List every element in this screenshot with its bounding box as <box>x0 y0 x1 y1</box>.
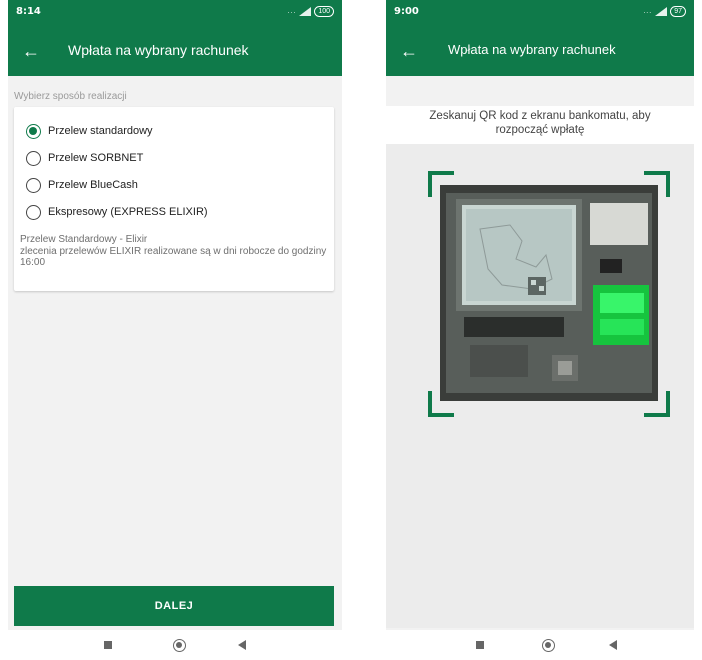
option-label: Ekspresowy (EXPRESS ELIXIR) <box>48 206 208 218</box>
status-time: 9:00 <box>394 6 419 17</box>
scan-corner-top-right <box>644 171 670 197</box>
next-button[interactable]: DALEJ <box>14 586 334 626</box>
scan-corner-bottom-left <box>428 391 454 417</box>
scan-instruction-strip: Zeskanuj QR kod z ekranu bankomatu, aby … <box>386 106 694 144</box>
right-phone-screen: 9:00 ... 97 ← Wpłata na wybrany rachunek… <box>386 0 694 660</box>
signal-icon: ... <box>287 8 297 15</box>
status-bar: 9:00 ... 97 <box>386 0 694 26</box>
radio-unselected-icon[interactable] <box>26 150 41 166</box>
left-phone-screen: 8:14 ... 100 ← Wpłata na wybrany rachune… <box>8 0 342 660</box>
back-arrow-icon[interactable]: ← <box>396 38 422 64</box>
option-przelew-standardowy[interactable]: Przelew standardowy <box>26 120 153 142</box>
option-label: Przelew SORBNET <box>48 152 144 164</box>
scan-instruction: Zeskanuj QR kod z ekranu bankomatu, aby … <box>429 110 651 136</box>
system-nav-bar <box>8 630 342 660</box>
qr-scan-frame <box>428 171 670 417</box>
recents-button[interactable] <box>95 630 121 660</box>
recents-button[interactable] <box>467 630 493 660</box>
circle-home-icon <box>172 638 186 652</box>
home-button[interactable] <box>535 630 561 660</box>
status-icons: ... 97 <box>643 6 686 17</box>
radio-unselected-icon[interactable] <box>26 204 41 220</box>
option-description: Przelew Standardowy - Elixir zlecenia pr… <box>20 234 332 269</box>
page-title: Wpłata na wybrany rachunek <box>448 42 616 57</box>
app-bar: ← Wpłata na wybrany rachunek <box>8 26 342 76</box>
description-title: Przelew Standardowy - Elixir <box>20 234 148 245</box>
status-icons: ... 100 <box>287 6 334 17</box>
triangle-back-icon <box>238 640 246 650</box>
radio-unselected-icon[interactable] <box>26 177 41 193</box>
app-bar: ← Wpłata na wybrany rachunek <box>386 26 694 76</box>
scan-corner-top-left <box>428 171 454 197</box>
circle-home-icon <box>541 638 555 652</box>
section-label: Wybierz sposób realizacji <box>14 91 127 102</box>
system-nav-bar <box>386 630 694 660</box>
nav-back-button[interactable] <box>229 630 255 660</box>
option-label: Przelew standardowy <box>48 125 153 137</box>
square-recents-icon <box>104 641 112 649</box>
status-bar: 8:14 ... 100 <box>8 0 342 26</box>
scan-corner-bottom-right <box>644 391 670 417</box>
option-label: Przelew BlueCash <box>48 179 138 191</box>
transfer-options-card: Przelew standardowy Przelew SORBNET Prze… <box>14 107 334 291</box>
camera-preview-image <box>440 185 658 401</box>
cellular-icon <box>299 7 312 16</box>
description-text: zlecenia przelewów ELIXIR realizowane są… <box>20 245 327 269</box>
square-recents-icon <box>476 641 484 649</box>
option-przelew-bluecash[interactable]: Przelew BlueCash <box>26 174 138 196</box>
option-przelew-sorbnet[interactable]: Przelew SORBNET <box>26 147 143 169</box>
cellular-icon <box>655 7 668 16</box>
camera-area <box>386 144 694 628</box>
home-button[interactable] <box>166 630 192 660</box>
battery-icon: 97 <box>670 6 686 17</box>
page-title: Wpłata na wybrany rachunek <box>68 42 249 58</box>
battery-icon: 100 <box>314 6 334 17</box>
radio-selected-icon[interactable] <box>26 123 41 139</box>
back-arrow-icon[interactable]: ← <box>18 38 44 64</box>
triangle-back-icon <box>609 640 617 650</box>
signal-icon: ... <box>643 8 653 15</box>
status-time: 8:14 <box>16 6 41 17</box>
option-express-elixir[interactable]: Ekspresowy (EXPRESS ELIXIR) <box>26 201 208 223</box>
nav-back-button[interactable] <box>600 630 626 660</box>
